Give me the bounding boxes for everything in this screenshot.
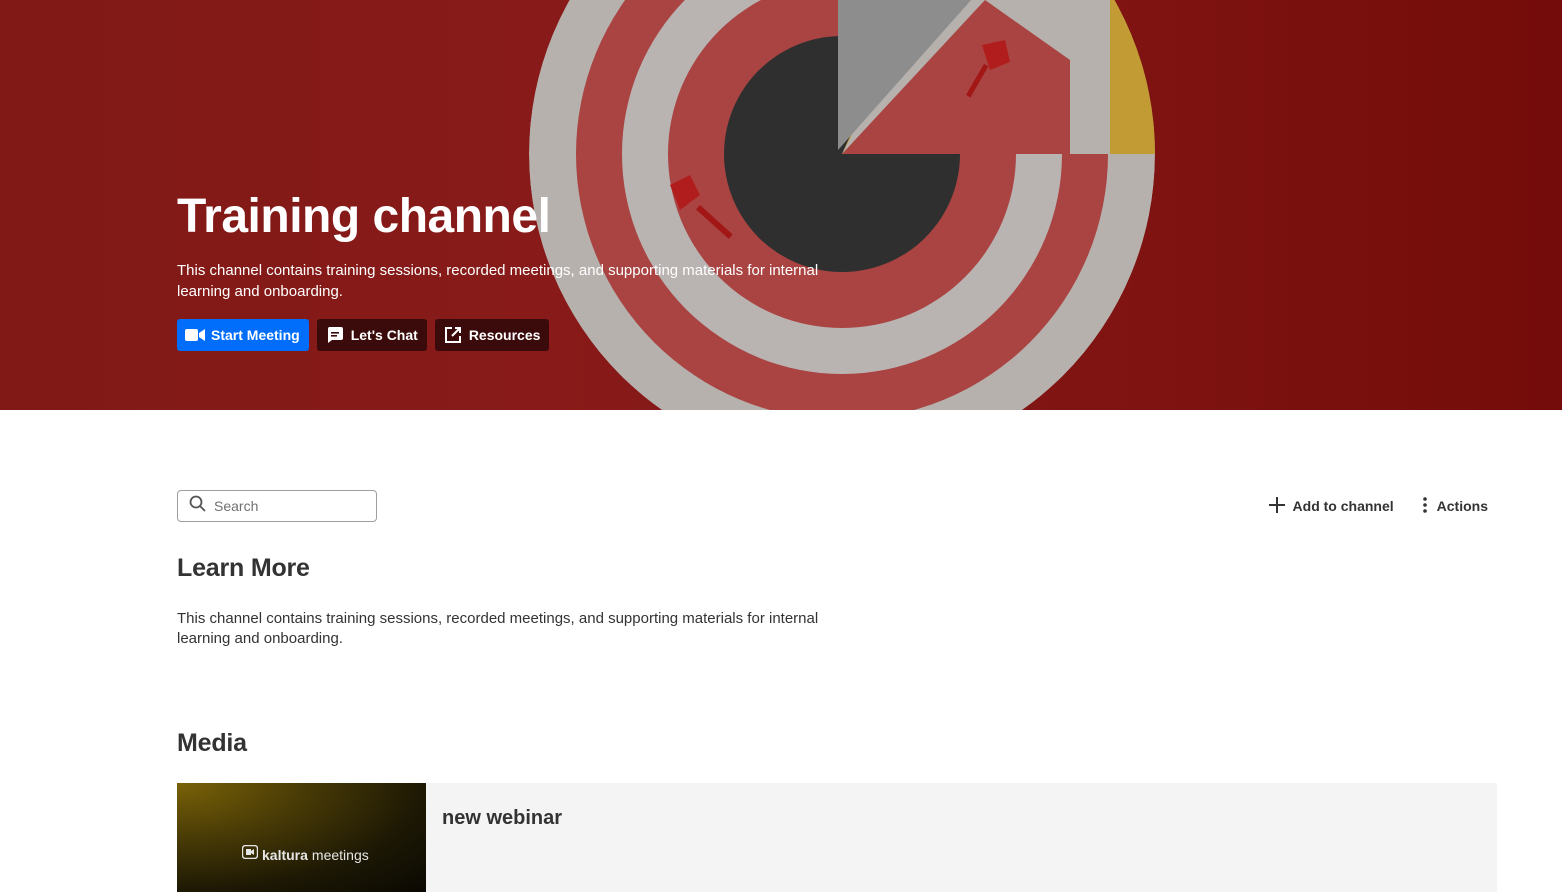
kaltura-meetings-logo: kaltura meetings xyxy=(241,844,369,864)
media-item[interactable]: kaltura meetings new webinar xyxy=(177,783,1497,892)
resources-button[interactable]: Resources xyxy=(434,319,550,351)
learn-more-heading: Learn More xyxy=(177,554,310,582)
start-meeting-button[interactable]: Start Meeting xyxy=(177,319,309,351)
hero-buttons: Start Meeting Let's Chat Resources xyxy=(177,319,877,351)
search-box[interactable] xyxy=(177,490,377,522)
channel-title: Training channel xyxy=(177,190,551,243)
lets-chat-button[interactable]: Let's Chat xyxy=(316,319,427,351)
actions-button[interactable]: Actions xyxy=(1420,494,1488,518)
add-to-channel-label: Add to channel xyxy=(1292,498,1394,514)
resources-label: Resources xyxy=(468,327,541,343)
external-link-icon xyxy=(443,325,463,345)
search-icon xyxy=(189,495,206,517)
channel-toolbar: Add to channel Actions xyxy=(1268,494,1488,518)
media-item-title[interactable]: new webinar xyxy=(442,807,562,830)
media-thumbnail[interactable]: kaltura meetings xyxy=(177,783,426,892)
actions-label: Actions xyxy=(1436,498,1488,514)
add-to-channel-button[interactable]: Add to channel xyxy=(1268,494,1394,518)
video-camera-icon xyxy=(185,325,205,345)
start-meeting-label: Start Meeting xyxy=(211,327,300,343)
learn-more-description: This channel contains training sessions,… xyxy=(177,610,819,647)
lets-chat-label: Let's Chat xyxy=(350,327,418,343)
search-input[interactable] xyxy=(214,498,364,514)
channel-description: This channel contains training sessions,… xyxy=(177,262,819,300)
media-heading: Media xyxy=(177,729,247,757)
hero-content: Training channel This channel contains t… xyxy=(177,190,877,351)
kaltura-logo-icon xyxy=(241,844,259,864)
chat-bubble-icon xyxy=(325,325,345,345)
channel-hero-banner: Training channel This channel contains t… xyxy=(0,0,1562,410)
plus-icon xyxy=(1268,496,1286,517)
more-vertical-icon xyxy=(1420,496,1430,517)
